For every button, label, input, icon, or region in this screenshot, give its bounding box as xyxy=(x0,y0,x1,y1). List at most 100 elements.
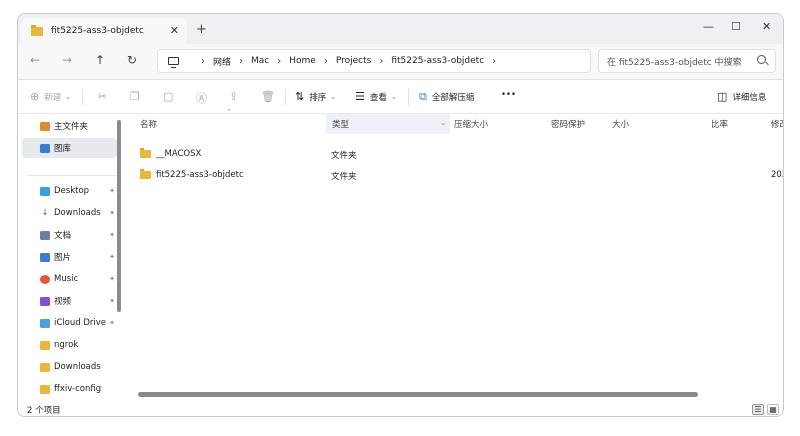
sidebar-item-music[interactable]: Music ✦ xyxy=(22,269,117,289)
details-view-button[interactable]: ☰ xyxy=(752,404,764,415)
sort-icon: ⇅ xyxy=(295,90,305,103)
status-bar: 2 个项目 ☰ ▦ xyxy=(18,402,783,416)
navigation-bar: ← → ↑ ↻ › 网络 › Mac › Home › Projects › f… xyxy=(18,44,783,80)
search-box[interactable]: 在 fit5225-ass3-objdetc 中搜索 xyxy=(598,49,776,73)
refresh-button[interactable]: ↻ xyxy=(127,53,137,67)
sidebar-item-videos[interactable]: 视频 ✦ xyxy=(22,291,117,311)
breadcrumb-separator: › xyxy=(239,55,244,67)
breadcrumb-network[interactable]: 网络 xyxy=(213,55,231,68)
sidebar-item-gallery[interactable]: 图库 xyxy=(22,138,117,158)
sidebar-item-pictures[interactable]: 图片 ✦ xyxy=(22,247,117,267)
command-bar: ⊕ 新建 ⌄ ✂ ❐ ▢ Ⓐ ⇪ 🗑 ⇅ 排序 ⌄ ☰ 查看 ⌄ ⧉ 全部解压缩… xyxy=(18,80,783,114)
file-row[interactable]: fit5225-ass3-objdetc 文件夹 2024/5/ xyxy=(126,166,783,186)
folder-icon xyxy=(40,362,50,372)
chevron-down-icon: ⌄ xyxy=(65,92,72,101)
breadcrumb-current[interactable]: fit5225-ass3-objdetc xyxy=(391,56,484,66)
sidebar-item-ffxiv-config[interactable]: ffxiv-config xyxy=(22,379,117,399)
pin-icon: ✦ xyxy=(109,319,115,327)
chevron-down-icon: ⌄ xyxy=(390,92,397,101)
search-placeholder: 在 fit5225-ass3-objdetc 中搜索 xyxy=(607,57,742,68)
pin-icon: ✦ xyxy=(109,275,115,283)
back-button[interactable]: ← xyxy=(30,53,40,67)
minimize-button[interactable]: — xyxy=(703,20,714,33)
maximize-button[interactable]: ☐ xyxy=(731,20,741,33)
column-header-name[interactable]: 名称 ⌃ xyxy=(126,108,326,134)
file-type: 文件夹 xyxy=(331,151,357,161)
column-header-type[interactable]: 类型 ⌄ xyxy=(326,114,450,134)
sidebar-item-downloads[interactable]: ↓ Downloads ✦ xyxy=(22,203,117,223)
breadcrumb-separator: › xyxy=(277,55,282,67)
new-button[interactable]: ⊕ 新建 ⌄ xyxy=(30,90,71,103)
file-row[interactable]: __MACOSX 文件夹 xyxy=(126,145,783,165)
breadcrumb-projects[interactable]: Projects xyxy=(336,56,371,66)
chevron-down-icon: ⌄ xyxy=(330,92,337,101)
close-tab-icon[interactable]: ✕ xyxy=(170,24,179,37)
breadcrumb-separator: › xyxy=(201,55,205,67)
clipboard-icon: ▢ xyxy=(163,90,174,103)
breadcrumb-separator: › xyxy=(492,55,497,67)
breadcrumb-separator: › xyxy=(379,55,384,67)
pin-icon: ✦ xyxy=(109,253,115,261)
plus-circle-icon: ⊕ xyxy=(30,90,40,103)
breadcrumb-mac[interactable]: Mac xyxy=(251,56,269,66)
sidebar-item-documents[interactable]: 文档 ✦ xyxy=(22,225,117,245)
pin-icon: ✦ xyxy=(109,209,115,217)
column-header-ratio[interactable]: 比率 xyxy=(711,114,771,134)
column-header-compressed-size[interactable]: 压缩大小 xyxy=(452,114,550,134)
folder-icon xyxy=(140,169,151,179)
sort-button[interactable]: ⇅ 排序 ⌄ xyxy=(295,90,336,103)
file-list: 名称 ⌃ 类型 ⌄ 压缩大小 密码保护 大小 比率 修改日期 __MACOSX … xyxy=(126,108,783,402)
copy-button[interactable]: ❐ xyxy=(130,90,145,103)
up-button[interactable]: ↑ xyxy=(95,53,105,67)
delete-button[interactable]: 🗑 xyxy=(261,90,280,103)
tab-current[interactable]: fit5225-ass3-objdetc ✕ xyxy=(21,18,187,44)
computer-icon xyxy=(168,57,179,68)
column-header-password-protected[interactable]: 密码保护 xyxy=(551,114,611,134)
sidebar-item-desktop[interactable]: Desktop ✦ xyxy=(22,181,117,201)
cloud-folder-icon xyxy=(40,318,50,328)
folder-icon xyxy=(31,24,43,36)
view-button[interactable]: ☰ 查看 ⌄ xyxy=(355,90,397,103)
home-icon xyxy=(40,121,50,131)
horizontal-scrollbar[interactable] xyxy=(138,392,698,397)
sidebar-item-icloud[interactable]: iCloud Drive ✦ xyxy=(22,313,117,333)
item-count: 2 个项目 xyxy=(27,406,61,416)
folder-icon xyxy=(140,148,151,158)
column-header-size[interactable]: 大小 xyxy=(612,114,710,134)
download-icon: ↓ xyxy=(40,207,50,218)
file-name: __MACOSX xyxy=(156,149,202,159)
details-pane-icon: ◫ xyxy=(717,90,728,103)
breadcrumb-home[interactable]: Home xyxy=(289,56,316,66)
file-name: fit5225-ass3-objdetc xyxy=(156,170,244,180)
close-window-button[interactable]: ✕ xyxy=(762,20,771,33)
share-button[interactable]: ⇪ xyxy=(229,90,243,103)
title-bar: fit5225-ass3-objdetc ✕ + — ☐ ✕ xyxy=(18,14,783,44)
rename-button[interactable]: Ⓐ xyxy=(196,90,212,106)
details-pane-button[interactable]: ◫ 详细信息 xyxy=(717,90,766,103)
extract-all-button[interactable]: ⧉ 全部解压缩 xyxy=(419,90,474,104)
pin-icon: ✦ xyxy=(109,231,115,239)
desktop-icon xyxy=(40,186,50,196)
more-options-button[interactable]: ••• xyxy=(501,90,516,100)
sidebar-item-downloads-folder[interactable]: Downloads xyxy=(22,357,117,377)
address-bar[interactable]: › 网络 › Mac › Home › Projects › fit5225-a… xyxy=(157,49,591,73)
paste-button[interactable]: ▢ xyxy=(163,90,178,103)
cut-button[interactable]: ✂ xyxy=(98,90,112,103)
copy-icon: ❐ xyxy=(130,90,140,103)
picture-icon xyxy=(40,252,50,262)
list-view-icon: ☰ xyxy=(355,90,365,103)
more-icon: ••• xyxy=(501,90,517,100)
file-date: 2024/5/ xyxy=(771,170,783,180)
sidebar-item-home[interactable]: 主文件夹 xyxy=(22,116,117,136)
forward-button[interactable]: → xyxy=(62,53,72,67)
sidebar-item-ngrok[interactable]: ngrok xyxy=(22,335,117,355)
folder-icon xyxy=(40,384,50,394)
gallery-icon xyxy=(40,143,50,153)
sidebar-scrollbar[interactable] xyxy=(117,120,121,312)
column-header-date-modified[interactable]: 修改日期 xyxy=(771,114,783,134)
sort-ascending-icon: ⌃ xyxy=(226,108,232,116)
breadcrumb-separator: › xyxy=(323,55,328,67)
new-tab-button[interactable]: + xyxy=(196,22,207,37)
file-explorer-window: fit5225-ass3-objdetc ✕ + — ☐ ✕ ← → ↑ ↻ ›… xyxy=(17,13,784,417)
tiles-view-button[interactable]: ▦ xyxy=(767,404,779,415)
